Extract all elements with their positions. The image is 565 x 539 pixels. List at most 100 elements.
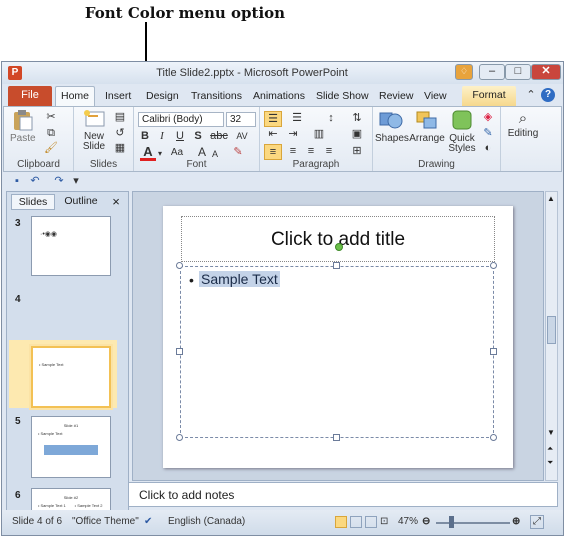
tab-transitions[interactable]: Transitions <box>191 90 242 102</box>
scroll-up-icon[interactable]: ▲ <box>547 194 555 203</box>
redo-icon[interactable]: ↷ <box>52 174 66 188</box>
scroll-down-icon[interactable]: ▼ <box>547 428 555 437</box>
italic-button[interactable]: I <box>156 129 168 143</box>
rotation-handle[interactable] <box>335 243 343 251</box>
zoom-level[interactable]: 47% <box>398 516 418 527</box>
resize-handle[interactable] <box>490 348 497 355</box>
zoom-slider-thumb[interactable] <box>449 516 454 528</box>
notes-pane[interactable]: Click to add notes <box>128 482 558 507</box>
tab-file[interactable]: File <box>8 86 52 106</box>
close-pane-icon[interactable]: × <box>109 194 123 210</box>
format-painter-icon[interactable]: 🖌 <box>44 141 58 155</box>
bold-button[interactable]: B <box>138 129 152 143</box>
font-size-box[interactable]: 32 <box>226 112 256 127</box>
arrange-button[interactable]: Arrange <box>409 109 445 153</box>
font-name-box[interactable]: Calibri (Body) <box>138 112 224 127</box>
tab-insert[interactable]: Insert <box>105 90 131 102</box>
shapes-button[interactable]: Shapes <box>375 109 409 153</box>
tab-slides[interactable]: Slides <box>11 194 55 210</box>
shape-outline-icon[interactable]: ✎ <box>479 126 497 140</box>
resize-handle[interactable] <box>490 434 497 441</box>
resize-handle[interactable] <box>176 348 183 355</box>
align-left-icon[interactable]: ≡ <box>264 144 282 160</box>
tab-design[interactable]: Design <box>146 90 179 102</box>
strikethrough-button[interactable]: abc <box>208 129 230 143</box>
decrease-indent-icon[interactable]: ⇤ <box>264 127 282 141</box>
grow-font-button[interactable]: A <box>196 145 208 159</box>
copy-icon[interactable]: ⧉ <box>44 126 58 140</box>
justify-icon[interactable]: ≡ <box>320 144 338 158</box>
zoom-out-icon[interactable]: ⊖ <box>422 516 430 527</box>
language[interactable]: English (Canada) <box>168 516 245 527</box>
tab-home[interactable]: Home <box>55 86 95 107</box>
reading-view-icon[interactable] <box>365 516 377 528</box>
save-icon[interactable]: ▪ <box>10 174 24 188</box>
previous-slide-icon[interactable]: ⏶ <box>547 444 553 454</box>
layout-icon[interactable]: ▤ <box>112 110 128 124</box>
resize-handle[interactable] <box>490 262 497 269</box>
resize-handle[interactable] <box>176 434 183 441</box>
tab-outline[interactable]: Outline <box>59 194 103 210</box>
tab-slide-show[interactable]: Slide Show <box>316 90 369 102</box>
line-spacing-icon[interactable]: ↕ <box>322 111 340 125</box>
undo-icon[interactable]: ↶ <box>28 174 42 188</box>
tab-format[interactable]: Format <box>462 86 516 106</box>
ribbon-minimize-icon[interactable]: ♢ <box>455 64 473 80</box>
powerpoint-app-icon[interactable]: P <box>8 66 22 80</box>
quick-styles-button[interactable]: Quick Styles <box>447 109 477 157</box>
next-slide-icon[interactable]: ⏷ <box>547 458 553 468</box>
align-right-icon[interactable]: ≡ <box>302 144 320 158</box>
vertical-scrollbar[interactable]: ▲ ▼ ⏶ ⏷ <box>545 191 558 481</box>
help-icon[interactable]: ? <box>541 88 555 102</box>
slideshow-icon[interactable]: ⊡ <box>380 516 388 527</box>
clear-formatting-icon[interactable]: ✎ <box>230 145 246 159</box>
zoom-slider[interactable] <box>436 522 510 524</box>
slide-thumbnail-5[interactable]: Slide #1 • Sample Text <box>31 416 111 478</box>
resize-handle[interactable] <box>176 262 183 269</box>
slide-thumbnail-3[interactable]: ·•◉◉ <box>31 216 111 276</box>
cut-icon[interactable]: ✂ <box>44 110 58 124</box>
character-spacing-button[interactable]: AV <box>232 129 252 143</box>
smartart-icon[interactable]: ⊞ <box>348 144 366 158</box>
maximize-button[interactable]: □ <box>505 64 531 80</box>
paste-button[interactable]: Paste <box>10 109 36 149</box>
collapse-ribbon-icon[interactable]: ⌃ <box>524 88 538 102</box>
shape-effects-icon[interactable]: ◐ <box>479 141 497 155</box>
slide-sorter-icon[interactable] <box>350 516 362 528</box>
customize-toolbar-icon[interactable]: ▾ <box>70 174 82 188</box>
close-button[interactable]: ✕ <box>531 64 561 80</box>
shape-fill-icon[interactable]: ◈ <box>479 110 497 124</box>
minimize-button[interactable]: – <box>479 64 505 80</box>
align-center-icon[interactable]: ≡ <box>284 144 302 158</box>
fit-to-window-icon[interactable]: ⤢ <box>530 515 544 529</box>
slide[interactable]: Click to add title • Sample Text <box>163 206 513 468</box>
change-case-button[interactable]: Aa <box>168 146 186 160</box>
new-slide-button[interactable]: New Slide <box>80 109 108 153</box>
title-placeholder[interactable]: Click to add title <box>181 216 495 262</box>
normal-view-icon[interactable] <box>335 516 347 528</box>
zoom-in-icon[interactable]: ⊕ <box>512 516 520 527</box>
editing-button[interactable]: ⌕ Editing <box>505 109 541 153</box>
content-placeholder[interactable]: • Sample Text <box>180 266 494 438</box>
tab-animations[interactable]: Animations <box>253 90 305 102</box>
columns-icon[interactable]: ▥ <box>310 127 328 141</box>
bullets-icon[interactable]: ☰ <box>264 111 282 127</box>
tab-view[interactable]: View <box>424 90 447 102</box>
reset-icon[interactable]: ↺ <box>112 126 128 140</box>
text-direction-icon[interactable]: ⇅ <box>348 111 366 125</box>
increase-indent-icon[interactable]: ⇥ <box>284 127 302 141</box>
slide-thumbnail-4[interactable]: • Sample Text <box>31 346 111 408</box>
spelling-icon[interactable]: ✔ <box>144 516 152 527</box>
align-text-icon[interactable]: ▣ <box>348 127 366 141</box>
scroll-thumb[interactable] <box>547 316 556 344</box>
theme-name[interactable]: "Office Theme" <box>72 516 139 527</box>
thumb-table <box>44 445 98 455</box>
tab-review[interactable]: Review <box>379 90 413 102</box>
resize-handle[interactable] <box>333 262 340 269</box>
resize-handle[interactable] <box>333 434 340 441</box>
numbering-icon[interactable]: ☰ <box>288 111 306 125</box>
underline-button[interactable]: U <box>174 129 186 143</box>
section-icon[interactable]: ▦ <box>112 141 128 155</box>
shadow-button[interactable]: S <box>192 129 204 143</box>
selected-text[interactable]: Sample Text <box>199 271 280 287</box>
